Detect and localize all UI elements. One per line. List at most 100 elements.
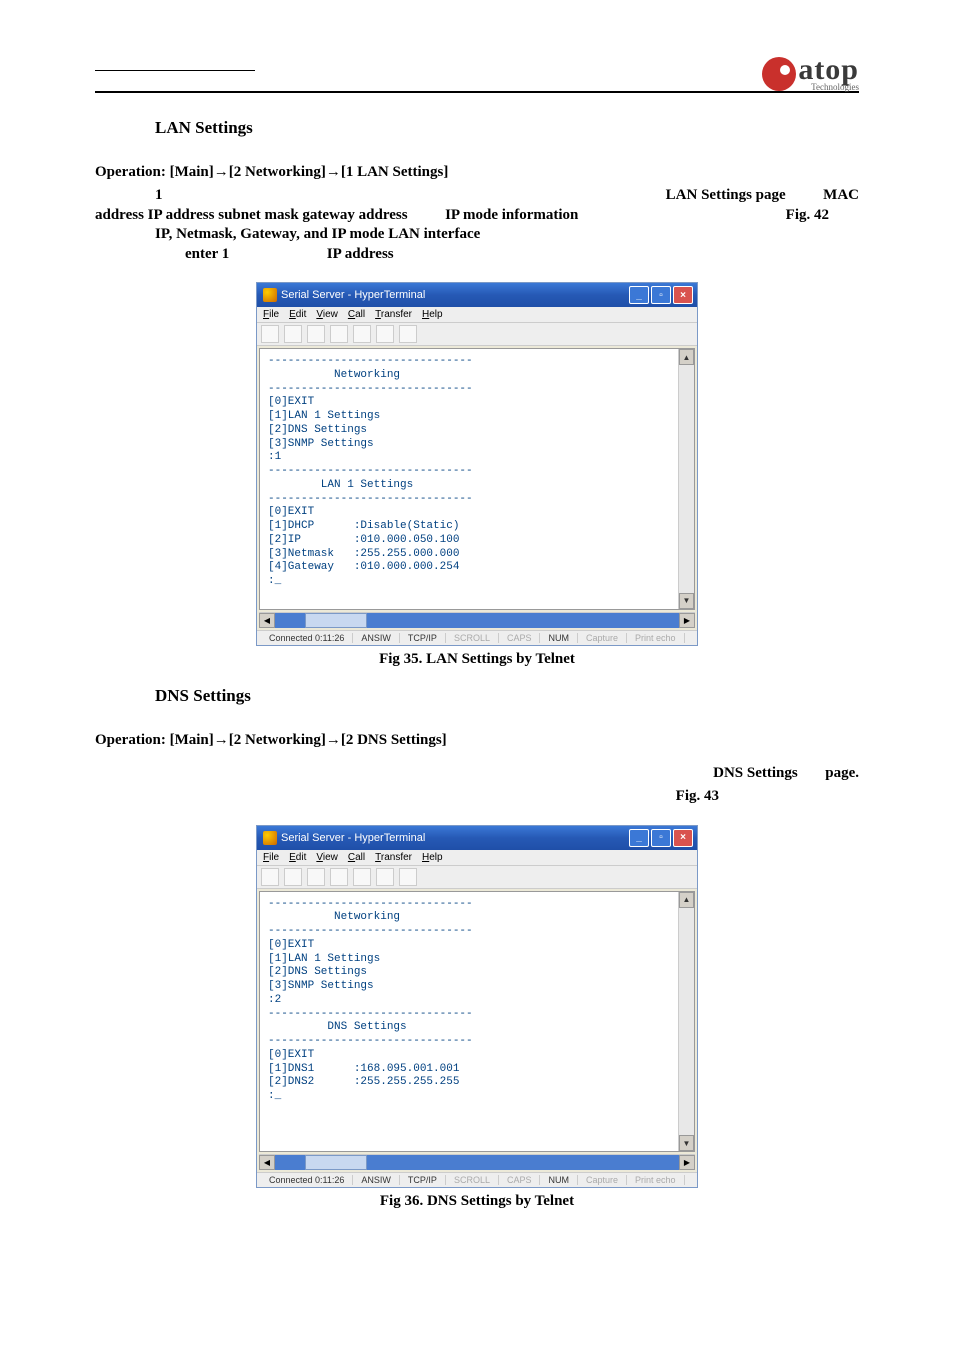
scroll-left-icon[interactable]: ◀ xyxy=(259,1155,275,1170)
figure-caption-35: Fig 35. LAN Settings by Telnet xyxy=(95,651,859,668)
status-connected: Connected 0:11:26 xyxy=(261,633,353,643)
status-emul: ANSIW xyxy=(353,633,400,643)
status-num: NUM xyxy=(540,1175,578,1185)
app-icon xyxy=(263,288,277,302)
para-mac: MAC xyxy=(823,187,859,203)
menu-transfer[interactable]: Transfer xyxy=(375,852,412,863)
status-num: NUM xyxy=(540,633,578,643)
toolbar xyxy=(257,323,697,346)
vertical-scrollbar[interactable]: ▲ ▼ xyxy=(678,892,694,1152)
scroll-thumb[interactable] xyxy=(305,1155,367,1170)
op-lan: [1 LAN Settings] xyxy=(341,164,449,180)
titlebar[interactable]: Serial Server - HyperTerminal _ ▫ × xyxy=(257,283,697,307)
para-lan-page: LAN Settings page xyxy=(666,187,786,203)
scroll-up-icon[interactable]: ▲ xyxy=(679,892,694,908)
scroll-left-icon[interactable]: ◀ xyxy=(259,613,275,628)
arrow-icon: → xyxy=(326,163,341,180)
menu-edit[interactable]: Edit xyxy=(289,852,306,863)
op-net: [2 Networking] xyxy=(229,164,326,180)
op-main: [Main] xyxy=(170,164,214,180)
op-main: [Main] xyxy=(170,732,214,748)
titlebar[interactable]: Serial Server - HyperTerminal _ ▫ × xyxy=(257,826,697,850)
logo-mark xyxy=(762,57,796,91)
figure-caption-36: Fig 36. DNS Settings by Telnet xyxy=(95,1193,859,1210)
hyperterminal-window-lan: Serial Server - HyperTerminal _ ▫ × File… xyxy=(256,282,698,646)
menubar[interactable]: File Edit View Call Transfer Help xyxy=(257,850,697,866)
status-scroll: SCROLL xyxy=(446,1175,499,1185)
menu-transfer[interactable]: Transfer xyxy=(375,309,412,320)
para-1: 1 xyxy=(155,186,163,206)
menu-help[interactable]: Help xyxy=(422,309,443,320)
status-capture: Capture xyxy=(578,633,627,643)
minimize-button[interactable]: _ xyxy=(629,829,649,847)
tool-disconnect-icon[interactable] xyxy=(353,325,371,343)
horizontal-scrollbar[interactable]: ◀ ▶ xyxy=(259,1154,695,1170)
terminal-output[interactable]: ------------------------------- Networki… xyxy=(260,349,678,609)
menu-edit[interactable]: Edit xyxy=(289,309,306,320)
window-title: Serial Server - HyperTerminal xyxy=(281,832,425,844)
tool-save-icon[interactable] xyxy=(307,325,325,343)
statusbar: Connected 0:11:26 ANSIW TCP/IP SCROLL CA… xyxy=(257,630,697,645)
logo-main-text: atop xyxy=(798,55,859,85)
window-title: Serial Server - HyperTerminal xyxy=(281,289,425,301)
menu-help[interactable]: Help xyxy=(422,852,443,863)
tool-call-icon[interactable] xyxy=(330,325,348,343)
toolbar xyxy=(257,866,697,889)
status-echo: Print echo xyxy=(627,1175,685,1185)
status-proto: TCP/IP xyxy=(400,633,446,643)
menu-call[interactable]: Call xyxy=(348,309,365,320)
status-capture: Capture xyxy=(578,1175,627,1185)
menu-file[interactable]: File xyxy=(263,852,279,863)
menubar[interactable]: File Edit View Call Transfer Help xyxy=(257,307,697,323)
menu-view[interactable]: View xyxy=(316,309,338,320)
status-caps: CAPS xyxy=(499,633,541,643)
tool-open-icon[interactable] xyxy=(284,325,302,343)
terminal-output[interactable]: ------------------------------- Networki… xyxy=(260,892,678,1152)
scroll-right-icon[interactable]: ▶ xyxy=(679,1155,695,1170)
tool-new-icon[interactable] xyxy=(261,868,279,886)
tool-props-icon[interactable] xyxy=(399,325,417,343)
scroll-right-icon[interactable]: ▶ xyxy=(679,613,695,628)
tool-save-icon[interactable] xyxy=(307,868,325,886)
statusbar: Connected 0:11:26 ANSIW TCP/IP SCROLL CA… xyxy=(257,1172,697,1187)
op-prefix: Operation: xyxy=(95,164,170,180)
horizontal-scrollbar[interactable]: ◀ ▶ xyxy=(259,612,695,628)
tool-props-icon[interactable] xyxy=(399,868,417,886)
maximize-button[interactable]: ▫ xyxy=(651,829,671,847)
minimize-button[interactable]: _ xyxy=(629,286,649,304)
menu-call[interactable]: Call xyxy=(348,852,365,863)
tool-call-icon[interactable] xyxy=(330,868,348,886)
arrow-icon: → xyxy=(214,163,229,180)
menu-file[interactable]: File xyxy=(263,309,279,320)
lan-paragraph: 1 LAN Settings page MAC address IP addre… xyxy=(95,186,859,264)
para-page: page. xyxy=(825,765,859,781)
vertical-scrollbar[interactable]: ▲ ▼ xyxy=(678,349,694,609)
close-button[interactable]: × xyxy=(673,829,693,847)
section-title-lan: LAN Settings xyxy=(155,118,859,138)
logo-sub-text: Technologies xyxy=(798,83,859,92)
menu-view[interactable]: View xyxy=(316,852,338,863)
maximize-button[interactable]: ▫ xyxy=(651,286,671,304)
scroll-thumb[interactable] xyxy=(305,613,367,628)
para-dns-settings: DNS Settings xyxy=(713,765,798,781)
scroll-down-icon[interactable]: ▼ xyxy=(679,593,694,609)
tool-open-icon[interactable] xyxy=(284,868,302,886)
tool-send-icon[interactable] xyxy=(376,325,394,343)
close-button[interactable]: × xyxy=(673,286,693,304)
scroll-down-icon[interactable]: ▼ xyxy=(679,1135,694,1151)
op-dns: [2 DNS Settings] xyxy=(341,732,447,748)
app-icon xyxy=(263,831,277,845)
operation-line-dns: Operation: [Main]→[2 Networking]→[2 DNS … xyxy=(95,731,859,749)
status-caps: CAPS xyxy=(499,1175,541,1185)
tool-new-icon[interactable] xyxy=(261,325,279,343)
scroll-up-icon[interactable]: ▲ xyxy=(679,349,694,365)
para-enter1: enter 1 xyxy=(185,246,229,262)
status-proto: TCP/IP xyxy=(400,1175,446,1185)
tool-send-icon[interactable] xyxy=(376,868,394,886)
status-echo: Print echo xyxy=(627,633,685,643)
status-connected: Connected 0:11:26 xyxy=(261,1175,353,1185)
tool-disconnect-icon[interactable] xyxy=(353,868,371,886)
para-fig43: Fig. 43 xyxy=(676,788,719,804)
para-ipmode: IP mode information xyxy=(445,207,578,223)
para-l3: IP, Netmask, Gateway, and IP mode LAN in… xyxy=(155,226,480,242)
